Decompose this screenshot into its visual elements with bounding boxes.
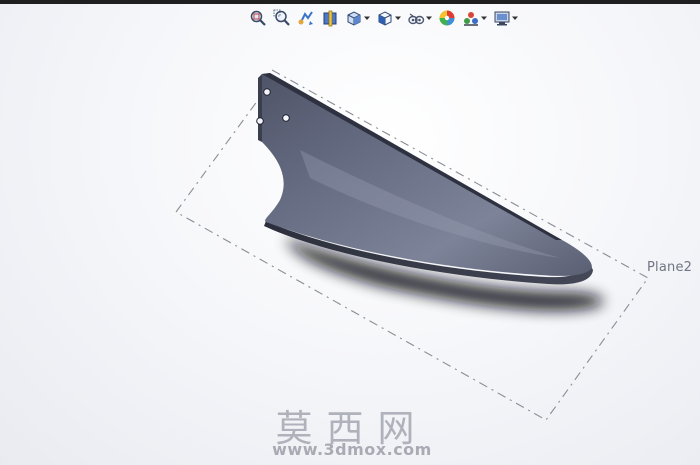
rivet-hole	[256, 117, 264, 125]
watermark-url: www.3dmox.com	[272, 440, 432, 459]
rivet-hole	[263, 88, 271, 96]
graphics-viewport[interactable]	[0, 0, 700, 465]
plane2-label[interactable]: Plane2	[647, 260, 692, 275]
rivet-hole	[282, 114, 290, 122]
